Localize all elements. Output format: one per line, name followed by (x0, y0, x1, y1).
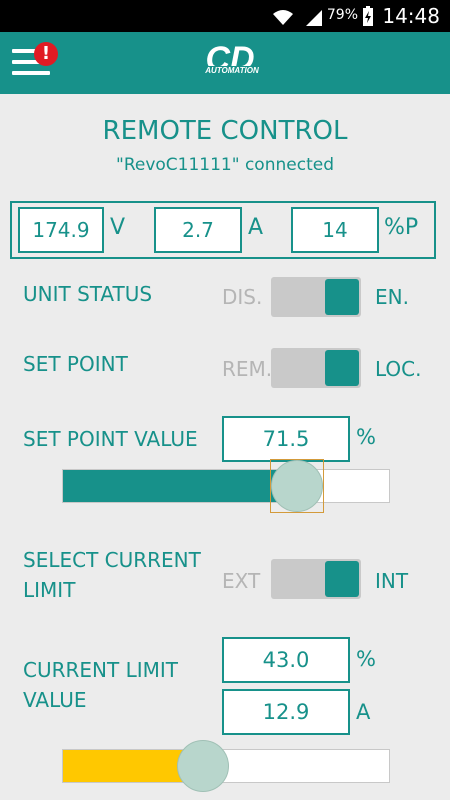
unit-status-off-label: DIS. (222, 285, 263, 309)
cd-logo: CD AUTOMATION (203, 40, 261, 78)
current-limit-value-label-line2: VALUE (23, 688, 87, 712)
voltage-unit: V (110, 215, 126, 240)
power-unit: %P (384, 215, 419, 240)
voltage-readout: 174.9 (18, 207, 104, 253)
power-readout: 14 (291, 207, 379, 253)
unit-status-toggle[interactable] (271, 277, 361, 317)
wifi-icon (273, 10, 293, 25)
set-point-off-label: REM. (222, 357, 273, 381)
current-limit-value-label-line1: CURRENT LIMIT (23, 658, 178, 682)
current-limit-percent-field[interactable]: 43.0 (222, 637, 350, 683)
select-current-limit-label-line1: SELECT CURRENT (23, 548, 201, 572)
clock: 14:48 (382, 4, 440, 28)
set-point-label: SET POINT (23, 352, 128, 376)
set-point-value-field[interactable]: 71.5 (222, 416, 350, 462)
current-unit: A (248, 215, 264, 240)
current-limit-off-label: EXT (222, 569, 261, 593)
set-point-value-label: SET POINT VALUE (23, 427, 198, 451)
unit-status-label: UNIT STATUS (23, 282, 153, 306)
current-limit-percent-unit: % (356, 647, 376, 671)
current-readout: 2.7 (154, 207, 242, 253)
battery-percent: 79% (326, 7, 358, 23)
set-point-toggle[interactable] (271, 348, 361, 388)
set-point-on-label: LOC. (375, 357, 422, 381)
connection-status: "RevoC11111" connected (116, 155, 334, 175)
battery-charging-icon (363, 6, 373, 26)
current-limit-amp-field[interactable]: 12.9 (222, 689, 350, 735)
current-limit-slider-thumb[interactable] (177, 740, 230, 792)
current-limit-toggle[interactable] (271, 559, 361, 599)
current-limit-on-label: INT (375, 569, 409, 593)
current-limit-amp-unit: A (356, 700, 371, 724)
alert-badge-icon[interactable]: ! (34, 42, 58, 66)
set-point-slider-fill (63, 470, 298, 502)
select-current-limit-label-line2: LIMIT (23, 578, 76, 602)
set-point-slider[interactable] (62, 469, 390, 503)
signal-icon (306, 10, 322, 26)
set-point-slider-thumb[interactable] (270, 460, 323, 512)
set-point-value-unit: % (356, 425, 376, 449)
unit-status-on-label: EN. (375, 285, 409, 309)
page-title: REMOTE CONTROL (102, 116, 348, 146)
svg-text:AUTOMATION: AUTOMATION (204, 66, 259, 75)
status-bar: 79% 14:48 (0, 0, 450, 32)
